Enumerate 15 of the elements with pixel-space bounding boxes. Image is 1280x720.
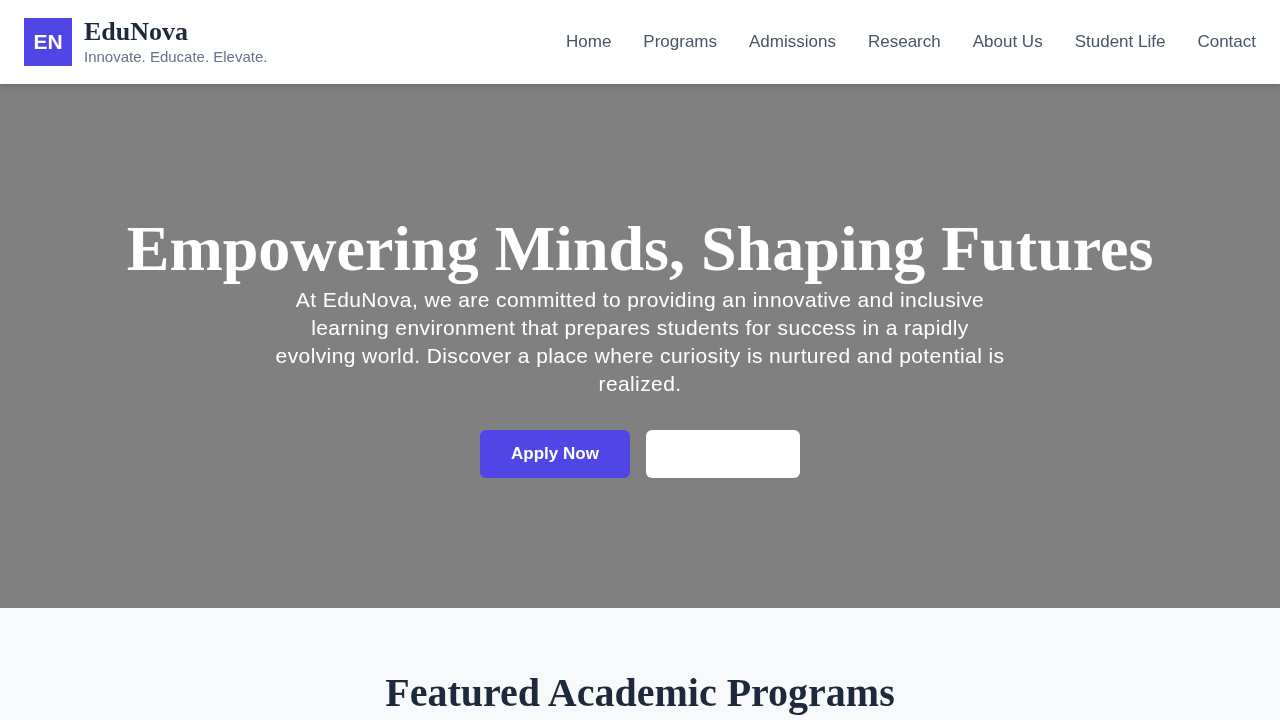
logo-mark[interactable]: EN bbox=[24, 18, 72, 66]
hero-text: At EduNova, we are committed to providing an innovative and inclusive learning environment that prepares students for success in a rapidly evolving world. Discover a place where curiosity is nurtured and potential is realized. bbox=[274, 287, 1006, 398]
brand-name: EduNova bbox=[84, 18, 190, 46]
nav-link[interactable]: Student Life bbox=[1074, 29, 1166, 55]
nav-link[interactable]: Admissions bbox=[749, 29, 836, 55]
nav-link[interactable]: Programs bbox=[643, 29, 718, 55]
nav-link[interactable]: Home bbox=[566, 29, 612, 55]
tagline: Innovate. Educate. Elevate. bbox=[84, 47, 268, 66]
apply-button[interactable]: Apply Now bbox=[480, 430, 630, 479]
section-heading: Featured Academic Programs bbox=[385, 670, 895, 716]
nav-link[interactable]: About Us bbox=[972, 29, 1043, 55]
secondary-button[interactable] bbox=[646, 430, 800, 479]
hero-title: Empowering Minds, Shaping Futures bbox=[126, 213, 1154, 285]
nav-link[interactable]: Contact bbox=[1197, 29, 1256, 55]
nav-link[interactable]: Research bbox=[867, 29, 941, 55]
